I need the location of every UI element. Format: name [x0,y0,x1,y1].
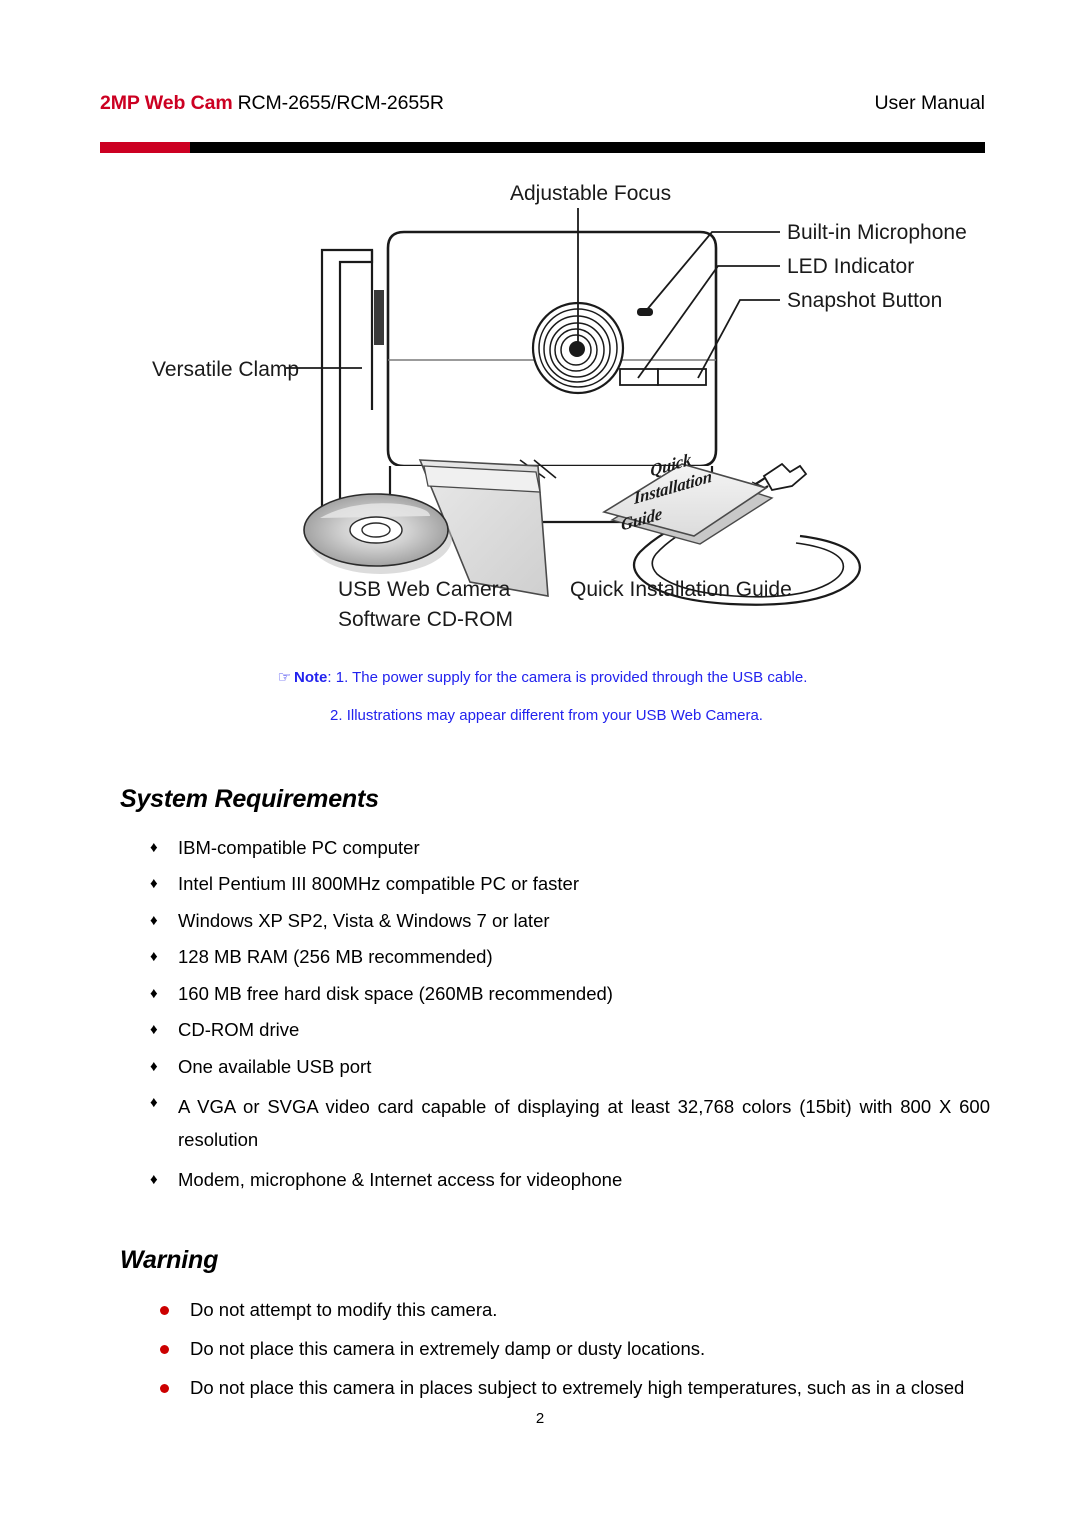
note-block: ☞ Note: 1. The power supply for the camer… [100,668,985,727]
document-type-label: User Manual [874,92,985,114]
list-item: ♦ One available USB port [150,1055,990,1080]
list-item-label: One available USB port [178,1055,372,1077]
list-item: ♦ Intel Pentium III 800MHz compatible PC… [150,872,990,897]
brand-name: 2MP Web Cam [100,92,233,114]
diamond-bullet-icon: ♦ [150,948,158,966]
usb-plug [762,462,808,492]
header-rule-black-segment [190,142,985,153]
diamond-bullet-icon: ♦ [150,1021,158,1039]
list-item: ♦ Modem, microphone & Internet access fo… [150,1168,990,1193]
caption-cd-line-1: USB Web Camera [338,578,511,601]
list-item-label: Windows XP SP2, Vista & Windows 7 or lat… [178,909,550,931]
system-requirements-list: ♦ IBM-compatible PC computer ♦ Intel Pen… [150,836,990,1204]
list-item: Do not place this camera in extremely da… [160,1337,990,1362]
list-item-label: CD-ROM drive [178,1019,300,1041]
model-number: RCM-2655/RCM-2655R [237,92,444,114]
callout-adjustable-focus: Adjustable Focus [510,182,671,205]
caption-cd-line-2: Software CD-ROM [338,608,513,631]
header-rule [100,142,985,153]
red-dot-bullet-icon [160,1298,190,1323]
page-header: 2MP Web Cam RCM-2655/RCM-2655R User Manua… [100,92,985,126]
diamond-bullet-icon: ♦ [150,911,158,929]
list-item: ♦ CD-ROM drive [150,1018,990,1043]
diamond-bullet-icon: ♦ [150,875,158,893]
red-dot-bullet-icon [160,1376,190,1401]
list-item: ♦ 160 MB free hard disk space (260MB rec… [150,982,990,1007]
note-item-1-text: : 1. The power supply for the camera is … [327,669,808,686]
list-item-label: A VGA or SVGA video card capable of disp… [178,1096,990,1150]
list-item: ♦ IBM-compatible PC computer [150,836,990,861]
diamond-bullet-icon: ♦ [150,839,158,856]
callout-versatile-clamp: Versatile Clamp [152,358,299,381]
warning-list: Do not attempt to modify this camera. Do… [160,1298,990,1415]
header-title: 2MP Web Cam RCM-2655/RCM-2655R [100,92,444,115]
system-requirements-heading: System Requirements [120,784,379,813]
list-item-label: 160 MB free hard disk space (260MB recom… [178,982,613,1004]
pointing-hand-icon: ☞ [277,669,292,686]
list-item-label: Modem, microphone & Internet access for … [178,1168,623,1190]
callout-built-in-microphone: Built-in Microphone [787,221,967,244]
list-item: ♦ Windows XP SP2, Vista & Windows 7 or l… [150,909,990,934]
note-line-2: 2. Illustrations may appear different fr… [330,707,763,725]
list-item-label: Do not place this camera in places subje… [190,1377,965,1398]
callout-snapshot-button: Snapshot Button [787,289,942,312]
diamond-bullet-icon: ♦ [150,1094,158,1112]
diamond-bullet-icon: ♦ [150,984,158,1002]
list-item: ♦ A VGA or SVGA video card capable of di… [150,1091,990,1156]
warning-heading: Warning [120,1245,219,1274]
page-number: 2 [535,1410,545,1427]
diamond-bullet-icon: ♦ [150,1057,158,1075]
clamp-hinge [374,290,384,345]
list-item-label: Do not attempt to modify this camera. [190,1299,498,1320]
diamond-bullet-icon: ♦ [150,1170,158,1188]
callout-led-indicator: LED Indicator [787,255,914,278]
list-item: Do not attempt to modify this camera. [160,1298,990,1323]
list-item-label: Intel Pentium III 800MHz compatible PC o… [178,873,580,895]
list-item: Do not place this camera in places subje… [160,1376,990,1401]
header-rule-red-segment [100,142,190,153]
product-illustration: Adjustable Focus Built-in Microphone LED… [0,160,1080,640]
note-line-1: ☞ Note: 1. The power supply for the camer… [100,668,985,688]
note-label: Note [294,669,328,686]
list-item-label: Do not place this camera in extremely da… [190,1338,706,1359]
caption-quick-guide: Quick Installation Guide [570,578,792,601]
list-item-label: 128 MB RAM (256 MB recommended) [178,946,493,968]
list-item: ♦ 128 MB RAM (256 MB recommended) [150,945,990,970]
cd-hub-hole [361,522,391,538]
list-item-label: IBM-compatible PC computer [178,837,420,858]
red-dot-bullet-icon [160,1337,190,1362]
